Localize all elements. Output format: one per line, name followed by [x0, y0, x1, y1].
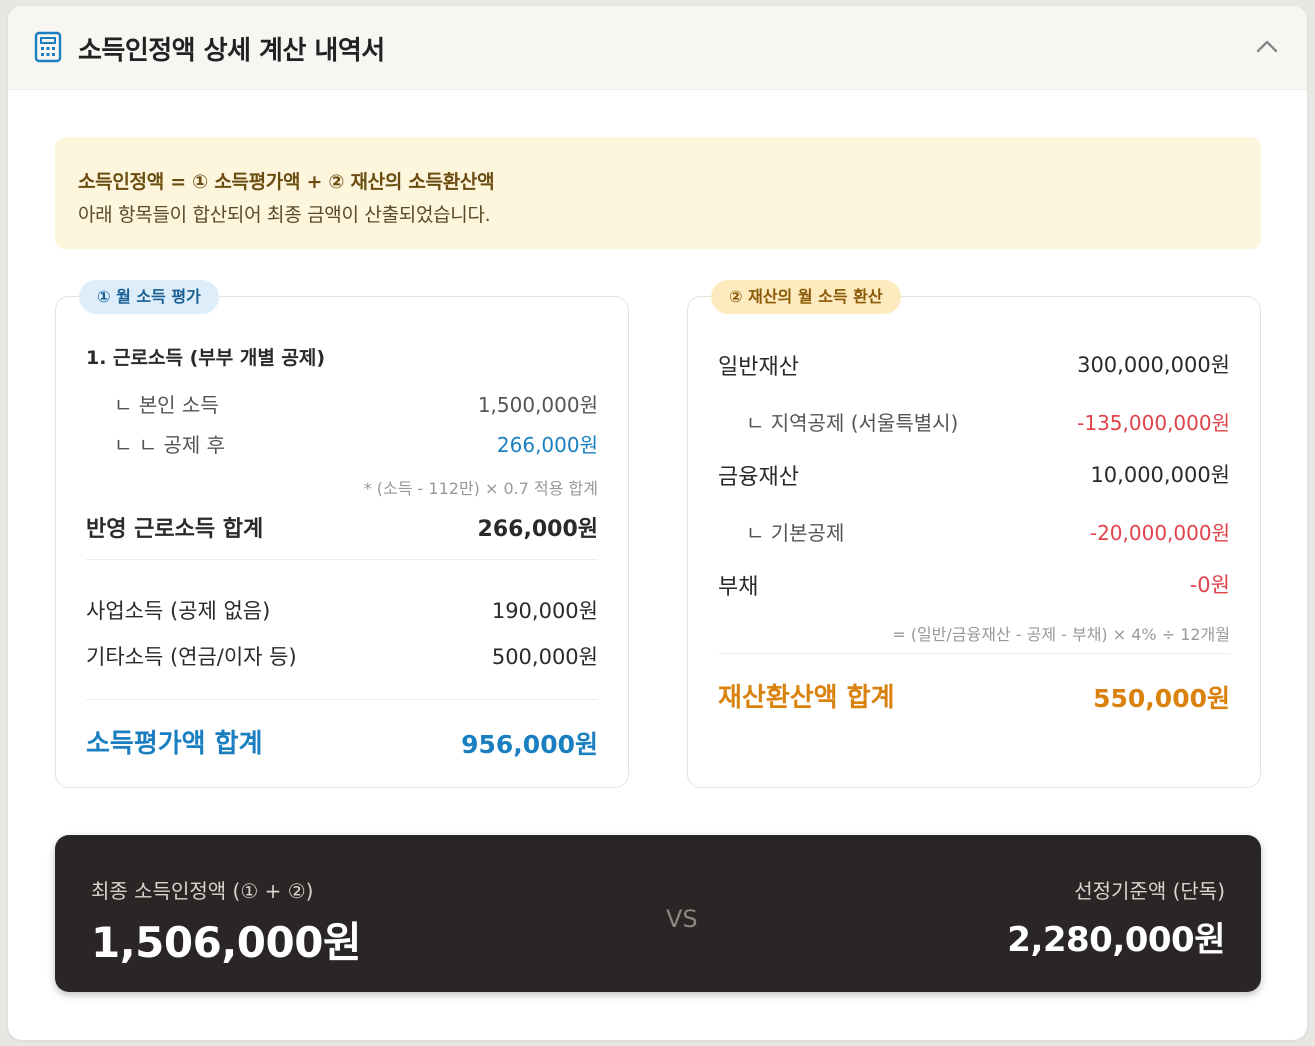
card-header[interactable]: 소득인정액 상세 계산 내역서: [8, 6, 1307, 90]
debt-value: -0원: [1189, 573, 1230, 597]
financial-property-value: 10,000,000원: [1090, 463, 1230, 487]
income-total-value: 956,000원: [461, 730, 598, 759]
regional-deduction-label: ㄴ 지역공제 (서울특별시): [746, 411, 959, 435]
basic-deduction-label: ㄴ 기본공제: [746, 521, 845, 545]
divider: [86, 699, 598, 700]
self-income-label: ㄴ 본인 소득: [114, 393, 219, 417]
chevron-up-icon[interactable]: [1255, 36, 1279, 56]
earned-total-value: 266,000원: [477, 517, 598, 542]
business-income-label: 사업소득 (공제 없음): [86, 599, 271, 623]
standard-amount-label: 선정기준액 (단독): [1074, 879, 1225, 903]
property-panel: 일반재산 300,000,000원 ㄴ 지역공제 (서울특별시) -135,00…: [687, 296, 1261, 788]
calculator-icon: [34, 31, 62, 63]
formula-text: 소득인정액 = ① 소득평가액 + ② 재산의 소득환산액: [78, 171, 495, 193]
standard-amount-value: 2,280,000원: [1007, 920, 1225, 960]
general-property-label: 일반재산: [718, 355, 799, 380]
basic-deduction-value: -20,000,000원: [1089, 521, 1230, 545]
other-income-label: 기타소득 (연금/이자 등): [86, 645, 297, 669]
income-section-badge: ① 월 소득 평가: [79, 280, 219, 314]
divider: [86, 559, 598, 560]
earned-income-heading: 1. 근로소득 (부부 개별 공제): [86, 347, 326, 369]
self-income-value: 1,500,000원: [477, 393, 598, 417]
formula-description: 아래 항목들이 합산되어 최종 금액이 산출되었습니다.: [78, 204, 491, 226]
calculation-card: 소득인정액 상세 계산 내역서 소득인정액 = ① 소득평가액 + ② 재산의 …: [8, 6, 1307, 1040]
final-summary-panel: 최종 소득인정액 (① + ②) 1,506,000원 VS 선정기준액 (단독…: [55, 835, 1261, 992]
final-income-value: 1,506,000원: [91, 918, 362, 967]
financial-property-label: 금융재산: [718, 465, 799, 490]
divider: [718, 653, 1230, 654]
final-income-label: 최종 소득인정액 (① + ②): [91, 879, 314, 903]
earned-total-label: 반영 근로소득 합계: [86, 517, 264, 542]
after-deduction-value: 266,000원: [496, 433, 598, 457]
income-formula-note: * (소득 - 112만) × 0.7 적용 합계: [363, 479, 598, 498]
after-deduction-label: ㄴ ㄴ 공제 후: [114, 433, 226, 457]
property-section-badge: ② 재산의 월 소득 환산: [711, 280, 901, 314]
property-total-label: 재산환산액 합계: [718, 683, 895, 713]
income-panel: 1. 근로소득 (부부 개별 공제) ㄴ 본인 소득 1,500,000원 ㄴ …: [55, 296, 629, 788]
property-formula-note: = (일반/금융재산 - 공제 - 부채) × 4% ÷ 12개월: [892, 625, 1230, 644]
formula-banner: 소득인정액 = ① 소득평가액 + ② 재산의 소득환산액 아래 항목들이 합산…: [55, 137, 1261, 249]
property-total-value: 550,000원: [1093, 684, 1230, 713]
page-title: 소득인정액 상세 계산 내역서: [78, 36, 385, 66]
income-total-label: 소득평가액 합계: [86, 729, 263, 759]
regional-deduction-value: -135,000,000원: [1077, 411, 1230, 435]
vs-label: VS: [666, 905, 698, 933]
business-income-value: 190,000원: [491, 599, 598, 623]
general-property-value: 300,000,000원: [1077, 353, 1230, 377]
other-income-value: 500,000원: [491, 645, 598, 669]
debt-label: 부채: [718, 575, 759, 600]
